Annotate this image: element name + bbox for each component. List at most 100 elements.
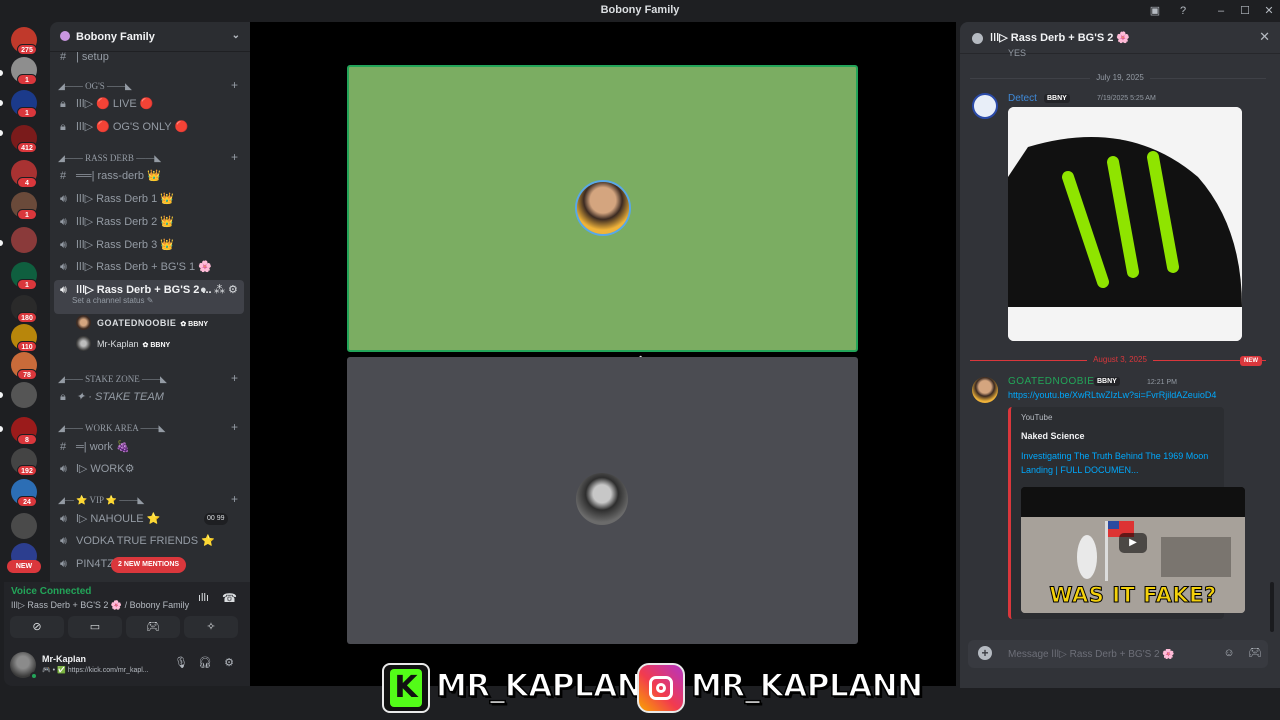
server-badge: 192: [17, 465, 37, 476]
channel-label: VODKA TRUE FRIENDS ⭐: [76, 535, 215, 547]
channel-rass-derb-3[interactable]: 🔊︎ ǀǀǀ▷ Rass Derb 3 👑: [54, 235, 244, 255]
scrollbar[interactable]: [1270, 582, 1274, 632]
server-icon[interactable]: [11, 513, 37, 539]
invite-icon[interactable]: ⁂: [214, 280, 225, 300]
category-label: ◢—— WORK AREA ——◣: [58, 423, 166, 433]
voice-member[interactable]: Mr-Kaplan ✿ BBNY: [76, 335, 170, 353]
participant-tile[interactable]: [347, 65, 858, 352]
channel-live[interactable]: 🔒︎ ǀǀǀ▷ 🔴 LIVE 🔴: [54, 94, 244, 114]
screen-share-button[interactable]: ▭: [68, 616, 122, 638]
gear-icon[interactable]: ⚙: [228, 280, 238, 300]
channel-setup[interactable]: # | setup: [54, 47, 244, 67]
embed-title[interactable]: Investigating The Truth Behind The 1969 …: [1021, 449, 1221, 477]
channel-rass-derb-2[interactable]: 🔊︎ ǀǀǀ▷ Rass Derb 2 👑: [54, 212, 244, 232]
participant-tile[interactable]: [347, 357, 858, 644]
voice-channel-path[interactable]: ǀǀǀ▷ Rass Derb + BG'S 2 🌸 / Bobony Famil…: [11, 600, 189, 611]
emoji-icon[interactable]: ☺: [1222, 646, 1236, 660]
channel-work-voice[interactable]: 🔊︎ ǀ▷ WORK⚙: [54, 459, 244, 479]
speaker-icon: 🔊︎: [60, 216, 67, 228]
channel-stake-team[interactable]: 🔒︎ ✦ · STAKE TEAM: [54, 387, 244, 407]
message-author[interactable]: Detect: [1008, 93, 1037, 104]
soundboard-button[interactable]: ✧: [184, 616, 238, 638]
title-bar: Bobony Family ▣ ? – ☐ ✕: [0, 0, 1280, 22]
channel-rass-derb-bg1[interactable]: 🔊︎ ǀǀǀ▷ Rass Derb + BG'S 1 🌸: [54, 257, 244, 277]
add-channel-icon[interactable]: +: [231, 420, 238, 434]
activity-icon[interactable]: 🎮︎: [1248, 646, 1262, 660]
chat-panel: ǀǀǀ▷ Rass Derb + BG'S 2 🌸 ✕ YES July 19,…: [960, 22, 1280, 688]
server-badge: 8: [17, 434, 37, 445]
message-image[interactable]: [1008, 107, 1242, 341]
embed-provider: YouTube: [1021, 413, 1053, 422]
add-channel-icon[interactable]: +: [231, 150, 238, 164]
channel-work-text[interactable]: # ═| work 🍇: [54, 437, 244, 457]
video-thumbnail[interactable]: ▶ WAS IT FAKE?: [1021, 487, 1245, 613]
channel-rass-derb-text[interactable]: # ══| rass-derb 👑: [54, 166, 244, 186]
channel-label: | setup: [76, 51, 109, 63]
channel-nahoule[interactable]: 🔊︎ ǀ▷ NAHOULE ⭐ 00 99: [54, 509, 244, 529]
server-badge: 24: [17, 496, 37, 507]
member-tag: BBNY: [1044, 94, 1070, 103]
category-vip[interactable]: ◢— ⭐ VIP ⭐ ——◣ +: [58, 492, 238, 507]
channel-label: ǀ▷ NAHOULE ⭐: [76, 513, 161, 525]
disconnect-icon[interactable]: ☎: [222, 591, 237, 605]
new-servers-badge[interactable]: NEW: [7, 560, 41, 573]
settings-gear-icon[interactable]: ⚙: [222, 656, 236, 670]
server-icon[interactable]: [11, 382, 37, 408]
user-custom-status[interactable]: 🎮 • ✅ https://kick.com/mr_kapl...: [42, 666, 162, 674]
category-rass-derb[interactable]: ◢—— RASS DERB ——◣ +: [58, 150, 238, 165]
chat-bubble-icon[interactable]: ●: [200, 280, 207, 300]
voice-member[interactable]: GOATEDNOOBIE ✿ BBNY: [76, 314, 208, 332]
channel-status[interactable]: Set a channel status ✎: [72, 295, 153, 307]
inbox-icon[interactable]: ▣: [1147, 3, 1163, 19]
chat-title: ǀǀǀ▷ Rass Derb + BG'S 2 🌸: [990, 32, 1131, 44]
noise-suppression-icon[interactable]: ıllı: [198, 592, 209, 604]
category-work-area[interactable]: ◢—— WORK AREA ——◣ +: [58, 420, 238, 435]
camera-button[interactable]: ⊘: [10, 616, 64, 638]
server-icon[interactable]: [11, 227, 37, 253]
close-icon[interactable]: ✕: [1259, 29, 1270, 45]
chevron-down-icon[interactable]: ⌄: [232, 30, 240, 41]
activity-button[interactable]: 🎮︎: [126, 616, 180, 638]
embed-author[interactable]: Naked Science: [1021, 431, 1085, 441]
help-icon[interactable]: ?: [1175, 3, 1191, 19]
new-mentions-badge[interactable]: 2 NEW MENTIONS: [111, 557, 187, 573]
play-icon[interactable]: ▶: [1119, 533, 1147, 553]
category-stake-zone[interactable]: ◢—— STAKE ZONE ——◣ +: [58, 371, 238, 386]
add-channel-icon[interactable]: +: [231, 371, 238, 385]
channel-vodka[interactable]: 🔊︎ VODKA TRUE FRIENDS ⭐: [54, 531, 244, 551]
voice-connected-status[interactable]: Voice Connected: [11, 586, 91, 597]
message-composer: + ☺ 🎮︎: [968, 640, 1268, 668]
headphones-icon[interactable]: 🎧︎: [198, 656, 212, 670]
server-badge: 180: [17, 312, 37, 323]
link-embed: YouTube Naked Science Investigating The …: [1008, 407, 1245, 619]
avatar[interactable]: [972, 377, 998, 403]
unread-pill: [0, 240, 3, 246]
message-input[interactable]: [1008, 640, 1208, 668]
minimize-button[interactable]: –: [1213, 3, 1229, 19]
channel-label: ═| work 🍇: [76, 441, 130, 453]
server-badge: 412: [17, 142, 37, 153]
participant-avatar: [577, 182, 629, 234]
avatar[interactable]: [972, 93, 998, 119]
category-label: ◢—— STAKE ZONE ——◣: [58, 374, 167, 384]
message-link[interactable]: https://youtu.be/XwRLtwZIzLw?si=FvrRjild…: [1008, 390, 1216, 400]
user-name[interactable]: Mr-Kaplan: [42, 654, 86, 664]
avatar: [76, 315, 91, 330]
speaker-icon: 🔊︎: [60, 558, 67, 570]
channel-label: ǀǀǀ▷ 🔴 LIVE 🔴: [76, 98, 154, 110]
message-author[interactable]: GOATEDNOOBIE: [1008, 376, 1094, 387]
unread-pill: [0, 100, 3, 106]
add-attachment-icon[interactable]: +: [978, 646, 992, 660]
maximize-button[interactable]: ☐: [1237, 3, 1253, 19]
speaker-icon: 🔊︎: [60, 284, 67, 296]
channel-rass-derb-bg2[interactable]: 🔊︎ ǀǀǀ▷ Rass Derb + BG'S 2 ... ● ⁂ ⚙ Set …: [54, 280, 244, 314]
channel-rass-derb-1[interactable]: 🔊︎ ǀǀǀ▷ Rass Derb 1 👑: [54, 189, 244, 209]
server-badge: 275: [17, 44, 37, 55]
add-channel-icon[interactable]: +: [231, 492, 238, 506]
channel-og-only[interactable]: 🔒︎ ǀǀǀ▷ 🔴 OG'S ONLY 🔴: [54, 117, 244, 137]
microphone-icon[interactable]: 🎙︎: [174, 656, 188, 670]
close-window-button[interactable]: ✕: [1261, 3, 1277, 19]
add-channel-icon[interactable]: +: [231, 78, 238, 92]
speaker-icon: 🔊︎: [60, 463, 67, 475]
category-ogs[interactable]: ◢—— OG'S ——◣ +: [58, 78, 238, 93]
